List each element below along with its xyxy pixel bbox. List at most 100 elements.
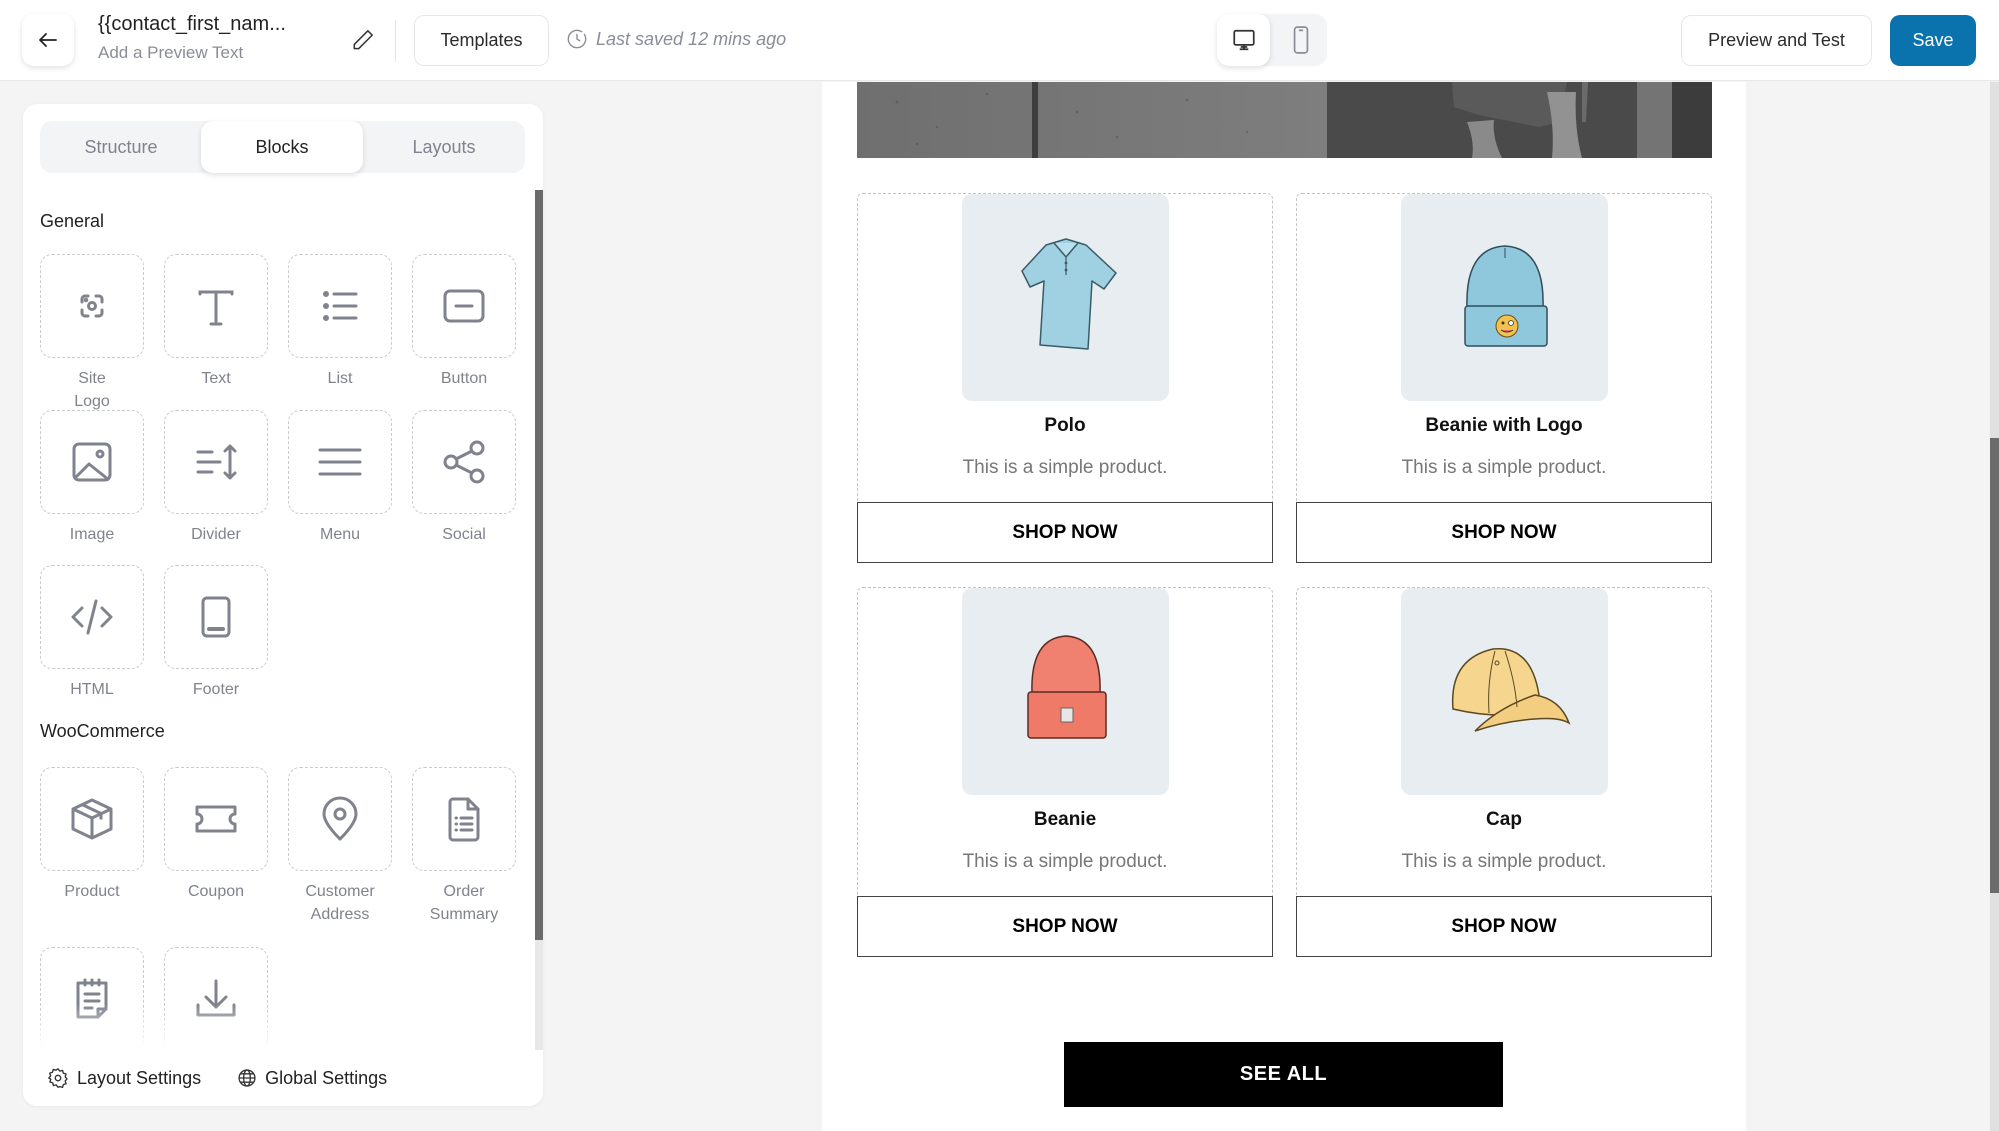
- block-label: Footer: [192, 681, 240, 698]
- product-image: [962, 588, 1169, 795]
- block-tile: [412, 254, 516, 358]
- block-social[interactable]: Social: [412, 410, 516, 546]
- block-tile: [40, 410, 144, 514]
- block-label: Site Logo: [74, 370, 110, 410]
- block-text[interactable]: Text: [164, 254, 268, 390]
- product-name: Beanie: [1033, 809, 1097, 830]
- shop-now-button[interactable]: SHOP NOW: [1296, 502, 1712, 563]
- preview-and-test-button[interactable]: Preview and Test: [1681, 15, 1872, 66]
- product-image: [1401, 588, 1608, 795]
- globe-icon: [238, 1069, 256, 1087]
- templates-button[interactable]: Templates: [414, 15, 549, 66]
- block-product[interactable]: Product: [40, 767, 144, 903]
- beanie-logo-image: [1463, 244, 1548, 347]
- panel-scrollbar-thumb[interactable]: [535, 190, 543, 940]
- panel-tabs: Structure Blocks Layouts: [40, 121, 525, 173]
- preview-text-field[interactable]: Add a Preview Text: [98, 43, 286, 63]
- mobile-view-button[interactable]: [1274, 14, 1327, 66]
- block-label: Order Summary: [429, 883, 499, 923]
- block-tile: [288, 410, 392, 514]
- button-icon: [443, 289, 485, 323]
- see-all-button[interactable]: SEE ALL: [1064, 1042, 1503, 1107]
- save-button[interactable]: Save: [1890, 15, 1976, 66]
- block-image[interactable]: Image: [40, 410, 144, 546]
- hero-photo-image: [857, 82, 1712, 158]
- tab-blocks[interactable]: Blocks: [201, 121, 363, 173]
- block-label: Social: [442, 526, 486, 543]
- block-label: Image: [69, 526, 115, 543]
- tab-layouts[interactable]: Layouts: [363, 121, 525, 173]
- pencil-icon: [353, 30, 373, 50]
- gear-icon: [48, 1068, 68, 1089]
- block-tile: [40, 565, 144, 669]
- email-subject-title[interactable]: {{contact_first_nam...: [98, 13, 286, 36]
- polo-shirt-image: [1020, 237, 1117, 350]
- block-tile: [164, 565, 268, 669]
- arrow-left-icon: [39, 33, 57, 47]
- device-toggle: [1217, 14, 1327, 66]
- block-list[interactable]: List: [288, 254, 392, 390]
- block-tile: [164, 254, 268, 358]
- edit-title-button[interactable]: [350, 27, 376, 53]
- block-label: Menu: [319, 526, 361, 543]
- code-icon: [71, 599, 113, 635]
- block-label: Product: [64, 883, 120, 900]
- header-divider: [395, 20, 396, 62]
- block-label: Text: [201, 370, 231, 387]
- shop-now-button[interactable]: SHOP NOW: [857, 896, 1273, 957]
- tab-structure[interactable]: Structure: [40, 121, 202, 173]
- product-card[interactable]: Beanie with Logo This is a simple produc…: [1296, 193, 1712, 563]
- top-toolbar: {{contact_first_nam... Add a Preview Tex…: [0, 0, 1999, 81]
- blocks-panel: Structure Blocks Layouts General Site Log…: [23, 104, 543, 1106]
- block-tile: [288, 767, 392, 871]
- scroll-fade: [23, 1004, 535, 1050]
- image-icon: [72, 442, 112, 482]
- mobile-icon: [1293, 26, 1308, 54]
- cap-image: [1451, 647, 1570, 732]
- product-card[interactable]: Beanie This is a simple product. SHOP NO…: [857, 587, 1273, 957]
- location-pin-icon: [322, 796, 358, 841]
- global-settings-button[interactable]: Global Settings: [237, 1068, 387, 1089]
- block-order-summary[interactable]: Order Summary: [412, 767, 516, 926]
- block-menu[interactable]: Menu: [288, 410, 392, 546]
- product-image: [1401, 194, 1608, 401]
- product-description: This is a simple product.: [1401, 851, 1607, 872]
- panel-scrollbar[interactable]: [535, 190, 543, 1050]
- canvas-scrollbar[interactable]: [1990, 82, 1999, 1131]
- layout-settings-button[interactable]: Layout Settings: [47, 1067, 201, 1089]
- footer-icon: [201, 596, 231, 638]
- global-settings-label: Global Settings: [265, 1067, 388, 1088]
- block-tile: [412, 767, 516, 871]
- block-site-logo[interactable]: Site Logo: [40, 254, 144, 413]
- shop-now-button[interactable]: SHOP NOW: [1296, 896, 1712, 957]
- layout-settings-label: Layout Settings: [77, 1067, 202, 1088]
- shop-now-button[interactable]: SHOP NOW: [857, 502, 1273, 563]
- block-divider[interactable]: Divider: [164, 410, 268, 546]
- panel-footer: Layout Settings Global Settings: [23, 1050, 543, 1106]
- product-card[interactable]: Polo This is a simple product. SHOP NOW: [857, 193, 1273, 563]
- last-saved-text: Last saved 12 mins ago: [596, 28, 787, 49]
- canvas-scrollbar-thumb[interactable]: [1990, 438, 1999, 893]
- text-icon: [198, 290, 234, 326]
- block-label: List: [327, 370, 353, 387]
- desktop-view-button[interactable]: [1217, 14, 1270, 66]
- product-description: This is a simple product.: [962, 851, 1168, 872]
- beanie-image: [1026, 634, 1107, 739]
- block-customer-address[interactable]: Customer Address: [288, 767, 392, 926]
- back-button[interactable]: [22, 14, 74, 66]
- block-coupon[interactable]: Coupon: [164, 767, 268, 903]
- block-footer[interactable]: Footer: [164, 565, 268, 701]
- document-list-icon: [448, 797, 480, 842]
- block-html[interactable]: HTML: [40, 565, 144, 701]
- product-card[interactable]: Cap This is a simple product. SHOP NOW: [1296, 587, 1712, 957]
- box-icon: [71, 798, 113, 840]
- block-button[interactable]: Button: [412, 254, 516, 390]
- site-logo-icon: [80, 294, 104, 318]
- block-label: HTML: [70, 681, 114, 698]
- section-title-general: General: [40, 211, 105, 231]
- save-status: Last saved 12 mins ago: [566, 28, 786, 50]
- block-tile: [40, 767, 144, 871]
- block-label: Coupon: [187, 883, 245, 900]
- hero-image[interactable]: [857, 82, 1712, 158]
- clock-icon: [567, 29, 587, 49]
